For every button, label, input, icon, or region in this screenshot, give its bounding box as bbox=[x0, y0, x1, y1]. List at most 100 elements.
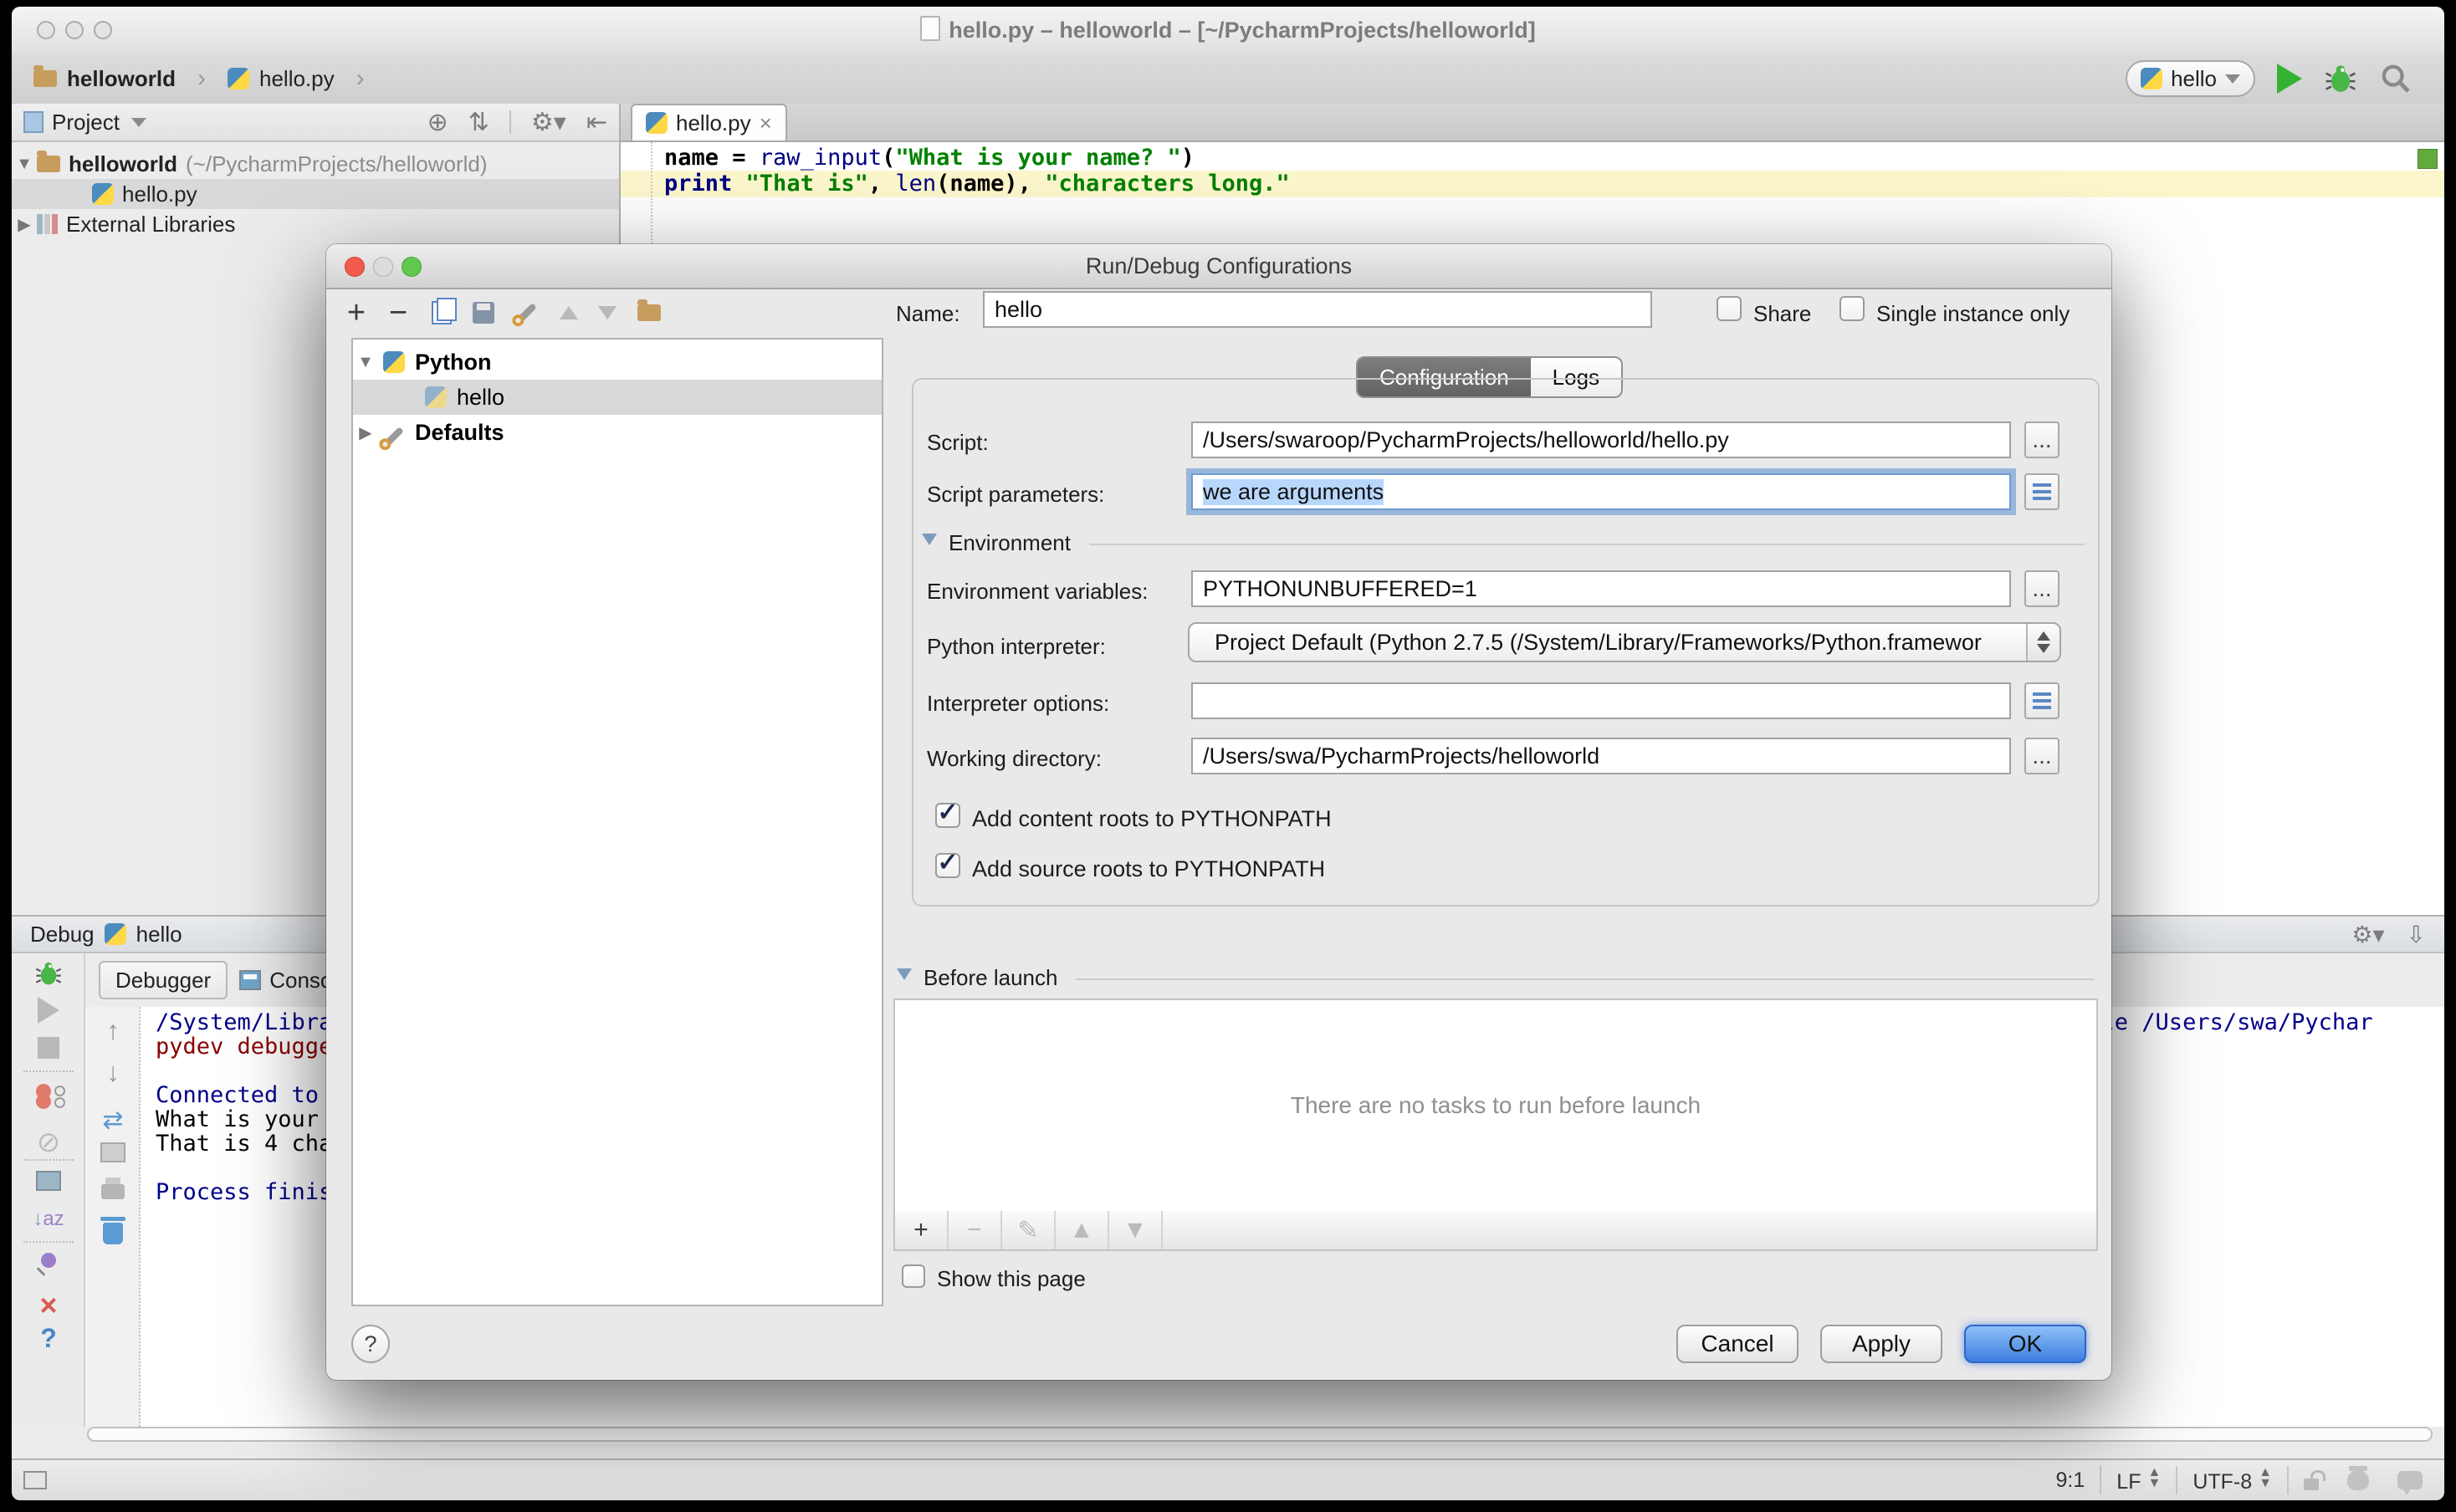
minimize-window-button[interactable] bbox=[65, 21, 84, 39]
add-configuration-icon[interactable]: + bbox=[338, 294, 375, 331]
clear-console-icon[interactable] bbox=[85, 1223, 141, 1249]
single-instance-checkbox[interactable] bbox=[1839, 296, 1865, 321]
environment-variables-input[interactable]: PYTHONUNBUFFERED=1 bbox=[1191, 570, 2011, 607]
gear-icon[interactable]: ⚙▾ bbox=[2351, 921, 2384, 948]
tab-debugger[interactable]: Debugger bbox=[99, 961, 228, 999]
cancel-button[interactable]: Cancel bbox=[1676, 1325, 1799, 1363]
scroll-to-source-icon[interactable]: ⇅ bbox=[468, 108, 489, 137]
move-down-icon[interactable] bbox=[589, 294, 626, 331]
close-tab-icon[interactable]: × bbox=[760, 110, 772, 136]
breadcrumb-file[interactable]: hello.py bbox=[259, 66, 335, 92]
script-browse-button[interactable]: ... bbox=[2024, 421, 2059, 458]
close-window-button[interactable] bbox=[37, 21, 55, 39]
inspection-status-square[interactable] bbox=[2418, 149, 2438, 169]
show-this-page-checkbox[interactable] bbox=[902, 1264, 925, 1288]
expanded-arrow-icon[interactable]: ▼ bbox=[12, 155, 37, 174]
before-launch-arrow[interactable] bbox=[897, 968, 912, 984]
help-icon[interactable]: ? bbox=[12, 1323, 85, 1354]
encoding-widget[interactable]: UTF-8▲▼ bbox=[2192, 1467, 2272, 1494]
event-log-icon[interactable] bbox=[2397, 1471, 2423, 1489]
horizontal-scrollbar[interactable] bbox=[87, 1427, 2433, 1442]
sort-alphabetically-icon[interactable]: ↓↓azaz bbox=[12, 1208, 85, 1231]
up-stack-frame-icon[interactable]: ↑ bbox=[85, 1015, 141, 1046]
content-roots-checkbox[interactable] bbox=[935, 803, 960, 828]
gear-icon[interactable]: ⚙▾ bbox=[531, 108, 566, 137]
tree-row-defaults[interactable]: ▶ Defaults bbox=[353, 415, 882, 450]
move-task-down-icon[interactable]: ▼ bbox=[1109, 1211, 1163, 1249]
expand-options-button[interactable] bbox=[2024, 682, 2059, 719]
name-input[interactable]: hello bbox=[983, 291, 1652, 328]
resume-program-icon[interactable] bbox=[12, 997, 85, 1028]
caret-position-widget[interactable]: 9:1 bbox=[2056, 1469, 2085, 1493]
environment-section-arrow[interactable] bbox=[922, 534, 937, 549]
close-dialog-button[interactable] bbox=[345, 257, 365, 277]
view-breakpoints-icon[interactable] bbox=[12, 1084, 85, 1113]
dialog-titlebar[interactable]: Run/Debug Configurations bbox=[326, 244, 2111, 289]
remove-configuration-icon[interactable]: − bbox=[380, 294, 417, 331]
edit-task-icon[interactable]: ✎ bbox=[1002, 1211, 1056, 1249]
locate-icon[interactable]: ⊕ bbox=[427, 108, 448, 137]
restore-layout-icon[interactable] bbox=[12, 1171, 85, 1195]
line-ending-widget[interactable]: LF▲▼ bbox=[2116, 1467, 2161, 1494]
add-task-icon[interactable]: + bbox=[895, 1211, 949, 1249]
interpreter-options-input[interactable] bbox=[1191, 682, 2011, 719]
minimize-dialog-button[interactable] bbox=[373, 257, 393, 277]
soft-wrap-icon[interactable]: ⇄ bbox=[85, 1106, 141, 1135]
highlighting-level-icon[interactable] bbox=[2347, 1470, 2369, 1490]
run-button[interactable] bbox=[2277, 64, 2302, 94]
workdir-browse-button[interactable]: ... bbox=[2024, 738, 2059, 774]
search-icon[interactable] bbox=[2379, 62, 2413, 95]
before-launch-task-list[interactable]: There are no tasks to run before launch bbox=[893, 999, 2098, 1213]
environment-browse-button[interactable]: ... bbox=[2024, 570, 2059, 607]
zoom-window-button[interactable] bbox=[94, 21, 112, 39]
ok-button[interactable]: OK bbox=[1964, 1325, 2086, 1363]
status-widgets: 9:1 LF▲▼ UTF-8▲▼ bbox=[2056, 1466, 2423, 1494]
zoom-dialog-button[interactable] bbox=[402, 257, 422, 277]
expanded-arrow-icon[interactable]: ▼ bbox=[353, 353, 378, 372]
source-roots-checkbox[interactable] bbox=[935, 853, 960, 878]
collapse-panel-icon[interactable]: ⇤ bbox=[586, 108, 607, 137]
editor-tab-hello-py[interactable]: hello.py × bbox=[631, 104, 787, 140]
apply-button[interactable]: Apply bbox=[1820, 1325, 1942, 1363]
chevron-down-icon[interactable] bbox=[131, 118, 146, 127]
create-folder-icon[interactable] bbox=[631, 294, 668, 331]
share-checkbox[interactable] bbox=[1717, 296, 1742, 321]
collapsed-arrow-icon[interactable]: ▶ bbox=[12, 214, 37, 235]
empty-tasks-text: There are no tasks to run before launch bbox=[1291, 1092, 1701, 1119]
rerun-debug-icon[interactable] bbox=[12, 960, 85, 991]
copy-configuration-icon[interactable] bbox=[423, 294, 460, 331]
working-directory-input[interactable]: /Users/swa/PycharmProjects/helloworld bbox=[1191, 738, 2011, 774]
close-icon[interactable]: × bbox=[12, 1288, 85, 1323]
defaults-label: Defaults bbox=[415, 420, 504, 446]
remove-task-icon[interactable]: − bbox=[949, 1211, 1002, 1249]
down-stack-frame-icon[interactable]: ↓ bbox=[85, 1057, 141, 1088]
stop-icon[interactable] bbox=[12, 1037, 85, 1063]
help-button[interactable]: ? bbox=[351, 1325, 390, 1363]
move-up-icon[interactable] bbox=[550, 294, 587, 331]
scroll-to-end-icon[interactable] bbox=[85, 1142, 141, 1167]
collapsed-arrow-icon[interactable]: ▶ bbox=[353, 422, 378, 443]
expand-parameters-button[interactable] bbox=[2024, 473, 2059, 510]
move-task-up-icon[interactable]: ▲ bbox=[1056, 1211, 1109, 1249]
script-parameters-input[interactable]: we are arguments bbox=[1191, 473, 2011, 510]
script-input[interactable]: /Users/swaroop/PycharmProjects/helloworl… bbox=[1191, 421, 2011, 458]
mute-breakpoints-icon[interactable]: ⊘ bbox=[12, 1126, 85, 1159]
lock-icon[interactable] bbox=[2304, 1479, 2319, 1490]
pin-tab-icon[interactable] bbox=[12, 1253, 85, 1272]
print-icon[interactable] bbox=[85, 1184, 141, 1203]
edit-defaults-icon[interactable] bbox=[509, 294, 545, 331]
tree-row-hello-py[interactable]: hello.py bbox=[12, 179, 619, 209]
project-panel-title[interactable]: Project bbox=[52, 110, 120, 135]
python-interpreter-select[interactable]: Project Default (Python 2.7.5 (/System/L… bbox=[1188, 622, 2061, 662]
run-configuration-select[interactable]: hello bbox=[2126, 60, 2255, 97]
tree-row-project-root[interactable]: ▼ helloworld (~/PycharmProjects/hellowor… bbox=[12, 149, 619, 179]
toolwindow-toggle-icon[interactable] bbox=[23, 1471, 47, 1489]
tree-row-python[interactable]: ▼ Python bbox=[353, 345, 882, 380]
stepper-icon bbox=[2026, 624, 2059, 661]
dock-icon[interactable]: ⇩ bbox=[2407, 921, 2426, 948]
breadcrumb-project[interactable]: helloworld bbox=[67, 66, 176, 92]
tree-row-hello-config[interactable]: hello bbox=[353, 380, 882, 415]
debug-button[interactable] bbox=[2324, 63, 2357, 94]
tree-row-external-libraries[interactable]: ▶ External Libraries bbox=[12, 209, 619, 239]
save-configuration-icon[interactable] bbox=[465, 294, 502, 331]
